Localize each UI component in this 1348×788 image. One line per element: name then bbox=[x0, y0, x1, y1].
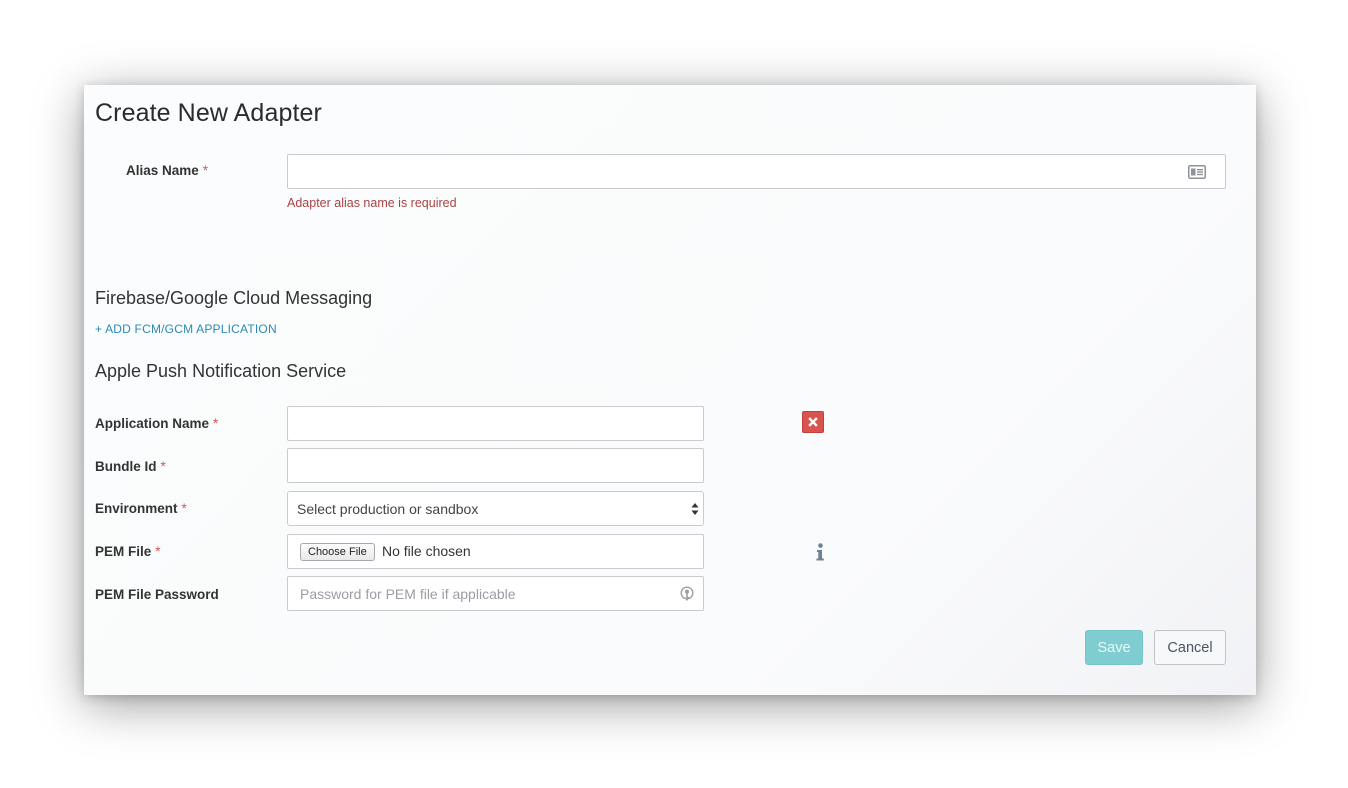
select-arrows-icon bbox=[691, 503, 699, 515]
alias-error-message: Adapter alias name is required bbox=[287, 196, 457, 210]
pem-password-input[interactable] bbox=[287, 576, 704, 611]
pem-password-label: PEM File Password bbox=[95, 587, 219, 602]
alias-name-label: Alias Name * bbox=[126, 163, 208, 178]
apns-section-heading: Apple Push Notification Service bbox=[95, 361, 347, 381]
key-icon bbox=[680, 586, 694, 601]
required-marker: * bbox=[213, 416, 219, 431]
required-marker: * bbox=[181, 501, 187, 516]
pem-file-input: Choose File No file chosen bbox=[287, 534, 704, 569]
required-marker: * bbox=[160, 459, 166, 474]
environment-select-value: Select production or sandbox bbox=[297, 501, 479, 517]
add-fcm-application-link[interactable]: + ADD FCM/GCM APPLICATION bbox=[95, 322, 277, 336]
alias-name-label-text: Alias Name bbox=[126, 163, 199, 178]
application-name-input[interactable] bbox=[287, 406, 704, 441]
fcm-section-heading: Firebase/Google Cloud Messaging bbox=[95, 288, 373, 308]
dialog-title: Create New Adapter bbox=[95, 99, 322, 127]
required-marker: * bbox=[155, 544, 161, 559]
required-marker: * bbox=[202, 163, 209, 178]
create-adapter-dialog: Create New Adapter Alias Name * Adapter a… bbox=[84, 85, 1256, 695]
alias-name-input[interactable] bbox=[287, 154, 1226, 189]
pem-file-label-text: PEM File bbox=[95, 544, 152, 559]
environment-label-text: Environment bbox=[95, 501, 178, 516]
contact-card-icon bbox=[1188, 165, 1206, 179]
bundle-id-input[interactable] bbox=[287, 448, 704, 483]
close-icon bbox=[808, 417, 818, 427]
info-icon[interactable] bbox=[815, 543, 825, 561]
remove-application-button[interactable] bbox=[802, 411, 824, 433]
save-button[interactable]: Save bbox=[1085, 630, 1143, 665]
cancel-button[interactable]: Cancel bbox=[1154, 630, 1226, 665]
pem-file-label: PEM File * bbox=[95, 544, 161, 559]
bundle-id-label: Bundle Id * bbox=[95, 459, 166, 474]
application-name-label-text: Application Name bbox=[95, 416, 210, 431]
application-name-label: Application Name * bbox=[95, 416, 218, 431]
environment-select[interactable]: Select production or sandbox bbox=[287, 491, 704, 526]
choose-file-button[interactable]: Choose File bbox=[300, 543, 375, 561]
file-status-text: No file chosen bbox=[382, 543, 471, 559]
environment-label: Environment * bbox=[95, 501, 187, 516]
bundle-id-label-text: Bundle Id bbox=[95, 459, 157, 474]
